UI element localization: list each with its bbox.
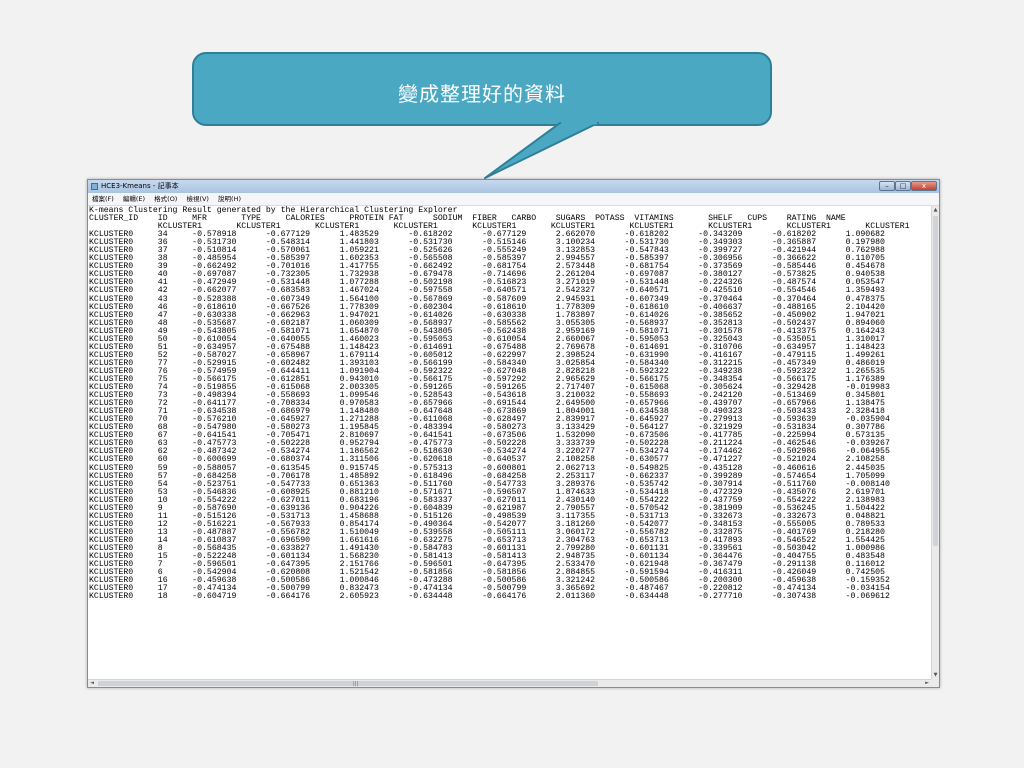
document-text[interactable]: K-means Clustering Result generated by t… <box>88 206 931 601</box>
menu-file[interactable]: 檔案(F) <box>92 193 114 205</box>
vertical-scrollbar[interactable]: ▲ ▼ <box>931 206 939 679</box>
scroll-grip-icon: ||| <box>353 681 359 687</box>
menu-view[interactable]: 檢視(V) <box>186 193 209 205</box>
window-title: HCE3-Kmeans - 記事本 <box>101 182 179 190</box>
scroll-up-arrow-icon[interactable]: ▲ <box>932 206 939 214</box>
horizontal-scrollbar[interactable]: ◄ ||| ► <box>88 679 931 687</box>
menu-format[interactable]: 格式(O) <box>154 193 177 205</box>
scroll-down-arrow-icon[interactable]: ▼ <box>932 671 939 679</box>
scroll-left-arrow-icon[interactable]: ◄ <box>88 680 96 687</box>
callout-bubble: 變成整理好的資料 <box>192 52 772 126</box>
title-bar[interactable]: HCE3-Kmeans - 記事本 – □ x <box>88 180 939 193</box>
callout-text: 變成整理好的資料 <box>398 82 566 106</box>
notepad-icon <box>91 183 98 190</box>
close-button[interactable]: x <box>911 181 937 191</box>
scroll-right-arrow-icon[interactable]: ► <box>923 680 931 687</box>
menu-bar: 檔案(F) 編輯(E) 格式(O) 檢視(V) 說明(H) <box>88 193 939 206</box>
maximize-button[interactable]: □ <box>895 181 911 191</box>
vertical-scroll-thumb[interactable] <box>933 216 938 546</box>
text-editor-area[interactable]: K-means Clustering Result generated by t… <box>88 206 931 679</box>
notepad-window: HCE3-Kmeans - 記事本 – □ x 檔案(F) 編輯(E) 格式(O… <box>87 179 940 688</box>
menu-help[interactable]: 說明(H) <box>218 193 241 205</box>
horizontal-scroll-thumb[interactable]: ||| <box>98 681 598 687</box>
menu-edit[interactable]: 編輯(E) <box>123 193 145 205</box>
size-grip[interactable] <box>931 679 939 687</box>
minimize-button[interactable]: – <box>879 181 895 191</box>
